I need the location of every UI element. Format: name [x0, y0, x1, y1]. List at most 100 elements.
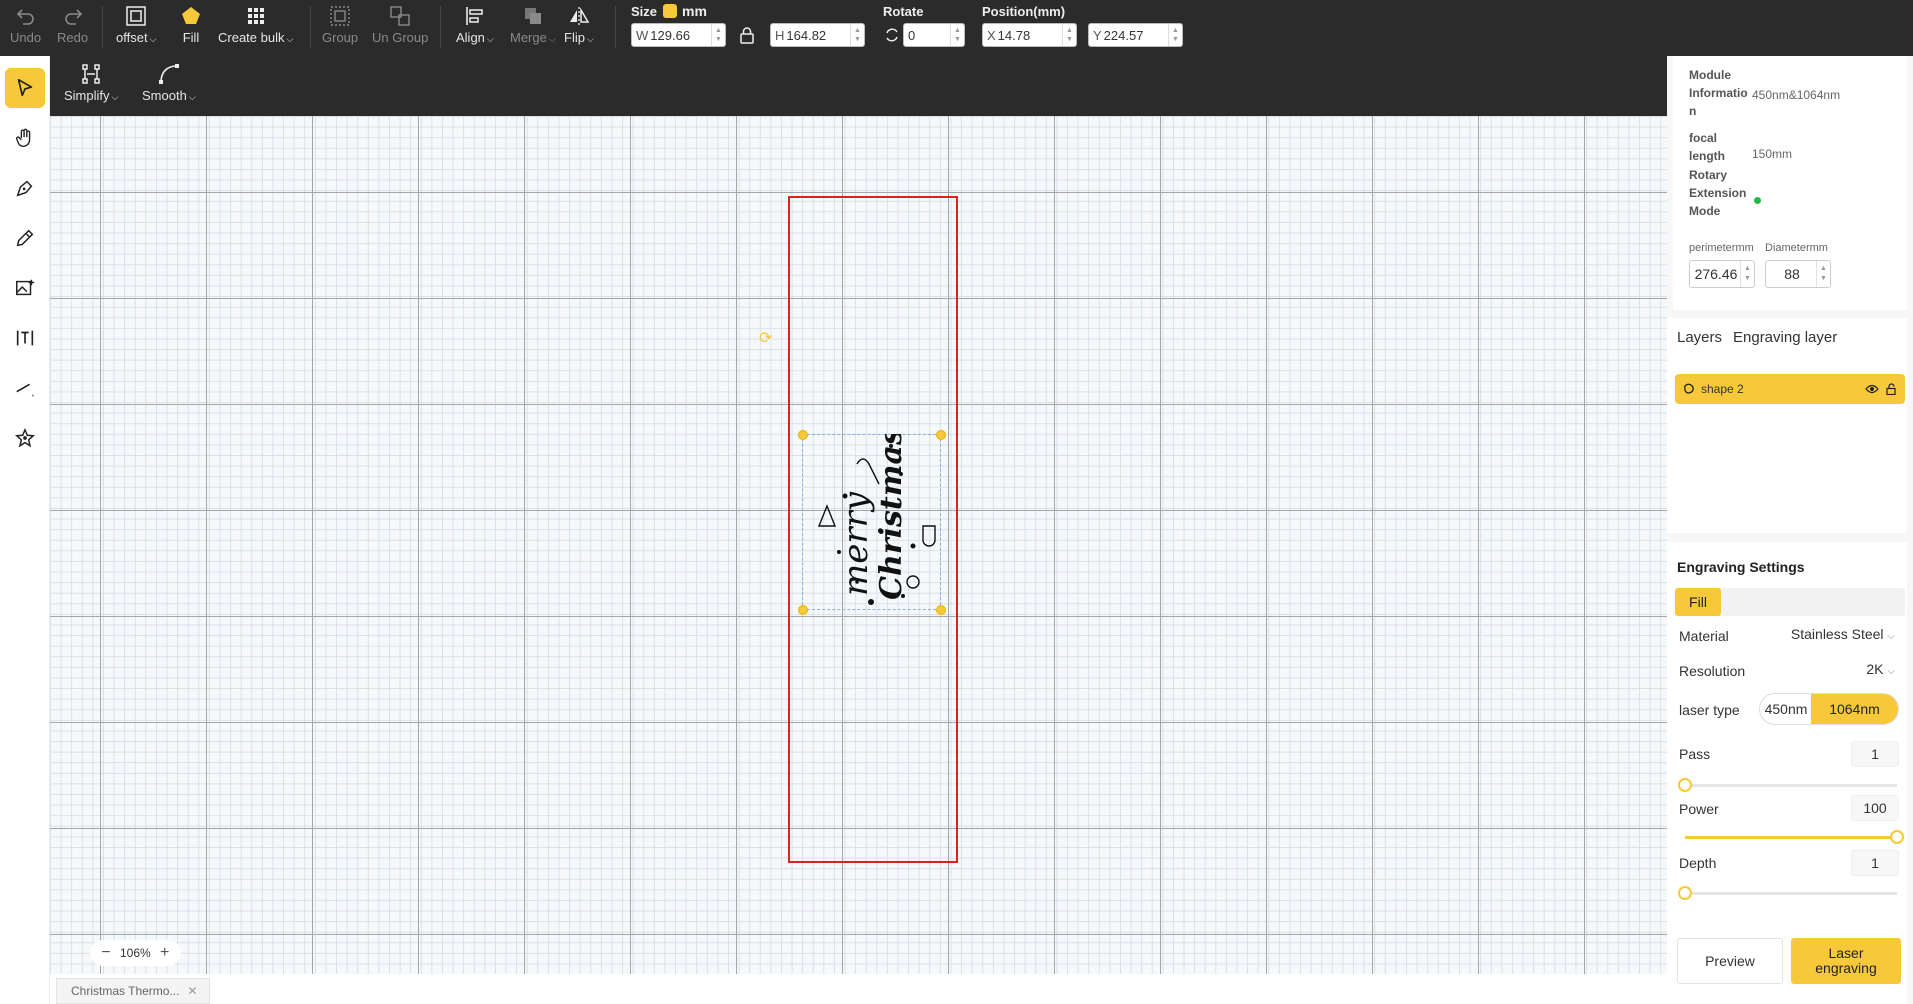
resize-handle-top-right[interactable]: [936, 430, 946, 440]
offset-icon: [126, 6, 146, 26]
unlock-icon[interactable]: [1885, 383, 1897, 395]
pen-tool-button[interactable]: [5, 168, 45, 208]
image-add-icon: [16, 279, 35, 296]
lock-icon[interactable]: [738, 26, 756, 44]
ungroup-button[interactable]: Un Group: [372, 4, 428, 45]
group-button[interactable]: Group: [322, 4, 358, 45]
chevron-down-icon: ⌵: [286, 34, 294, 44]
close-icon[interactable]: ✕: [187, 984, 197, 998]
merry-christmas-artwork[interactable]: merry Christmas: [805, 434, 944, 610]
text-tool-button[interactable]: [5, 318, 45, 358]
eye-icon[interactable]: [1865, 383, 1879, 395]
tab-engraving-layer[interactable]: Engraving layer: [1733, 329, 1837, 346]
rotate-value: 0: [908, 27, 916, 43]
resolution-select[interactable]: 2K ⌵: [1866, 661, 1895, 677]
layer-item[interactable]: shape 2: [1675, 374, 1905, 404]
chevron-down-icon: ⌵: [486, 34, 494, 44]
x-stepper[interactable]: ▲ ▼: [1062, 24, 1076, 46]
diameter-input[interactable]: 88 ▲ ▼: [1765, 260, 1831, 288]
laser-type-label: laser type: [1679, 702, 1740, 718]
pass-input[interactable]: 1: [1851, 741, 1899, 767]
line-tool-button[interactable]: [5, 368, 45, 408]
align-label: Align: [456, 30, 485, 45]
chevron-down-icon: ⌵: [111, 92, 119, 102]
zoom-out-button[interactable]: −: [96, 944, 116, 962]
chevron-down-icon: ⌵: [188, 92, 196, 102]
resize-handle-bottom-right[interactable]: [936, 605, 946, 615]
fill-label: Fill: [182, 30, 200, 45]
material-value: Stainless Steel: [1790, 626, 1884, 642]
zoom-in-button[interactable]: +: [155, 944, 175, 962]
ungroup-label: Un Group: [372, 30, 429, 45]
toolbar-divider: [615, 6, 616, 48]
rotary-status-dot: [1754, 197, 1761, 204]
pencil-icon: [16, 229, 34, 247]
redo-button[interactable]: Redo: [57, 4, 88, 45]
width-input[interactable]: W 129.66 ▲ ▼: [631, 23, 726, 47]
hand-icon: [16, 128, 31, 147]
pass-slider-knob[interactable]: [1678, 778, 1692, 792]
right-panel: Module Informatio n 450nm&1064nm focal l…: [1667, 56, 1913, 1004]
y-stepper[interactable]: ▲ ▼: [1168, 24, 1182, 46]
smooth-button[interactable]: Smooth ⌵: [142, 62, 196, 103]
rotate-stepper[interactable]: ▲ ▼: [950, 24, 964, 46]
position-y-input[interactable]: Y 224.57 ▲ ▼: [1088, 23, 1183, 47]
power-input[interactable]: 100: [1851, 795, 1899, 821]
width-stepper[interactable]: ▲ ▼: [711, 24, 725, 46]
height-value: 164.82: [786, 27, 827, 43]
select-tool-button[interactable]: [5, 68, 45, 108]
resize-handle-bottom-left[interactable]: [798, 605, 808, 615]
chevron-down-icon: ⌵: [548, 34, 556, 44]
power-slider[interactable]: [1685, 830, 1904, 844]
diameter-stepper[interactable]: ▲ ▼: [1816, 261, 1830, 287]
depth-slider[interactable]: [1678, 886, 1897, 900]
document-tab-title: Christmas Thermo...: [71, 984, 180, 998]
laser-450-option[interactable]: 450nm: [1761, 694, 1811, 724]
chevron-down-icon: ⌵: [1887, 631, 1895, 642]
undo-label: Undo: [10, 30, 42, 45]
depth-slider-knob[interactable]: [1678, 886, 1692, 900]
pencil-tool-button[interactable]: [5, 218, 45, 258]
unit-toggle[interactable]: [663, 4, 677, 18]
flip-button[interactable]: Flip ⌵: [564, 4, 594, 45]
preview-button[interactable]: Preview: [1677, 938, 1783, 984]
perimeter-stepper[interactable]: ▲ ▼: [1740, 261, 1754, 287]
perimeter-label: perimetermm: [1689, 242, 1754, 254]
rotate-handle-icon[interactable]: ⟳: [759, 328, 772, 348]
align-button[interactable]: Align ⌵: [456, 4, 494, 45]
laser-1064-label: 1064nm: [1829, 701, 1880, 717]
depth-input[interactable]: 1: [1851, 850, 1899, 876]
resize-handle-top-left[interactable]: [798, 430, 808, 440]
laser-engraving-button[interactable]: Laser engraving: [1791, 938, 1901, 984]
undo-button[interactable]: Undo: [10, 4, 41, 45]
position-x-input[interactable]: X 14.78 ▲ ▼: [982, 23, 1077, 47]
width-prefix: W: [636, 27, 649, 43]
y-prefix: Y: [1093, 27, 1102, 43]
simplify-button[interactable]: Simplify ⌵: [64, 62, 118, 103]
document-tab[interactable]: Christmas Thermo... ✕: [56, 978, 210, 1004]
group-label: Group: [322, 30, 359, 45]
height-input[interactable]: H 164.82 ▲ ▼: [770, 23, 865, 47]
perimeter-input[interactable]: 276.46 ▲ ▼: [1689, 260, 1755, 288]
offset-button[interactable]: offset ⌵: [116, 4, 156, 45]
merge-button[interactable]: Merge ⌵: [510, 4, 556, 45]
design-canvas[interactable]: merry Christmas ⟳: [50, 116, 1667, 974]
power-slider-knob[interactable]: [1890, 830, 1904, 844]
material-select[interactable]: Stainless Steel ⌵: [1791, 626, 1895, 642]
height-stepper[interactable]: ▲ ▼: [850, 24, 864, 46]
magic-tool-button[interactable]: [5, 418, 45, 458]
tab-layers[interactable]: Layers: [1677, 329, 1722, 346]
create-bulk-button[interactable]: Create bulk ⌵: [218, 4, 293, 45]
grid-icon: [247, 8, 264, 24]
image-tool-button[interactable]: [5, 268, 45, 308]
pass-slider[interactable]: [1678, 778, 1897, 792]
laser-engraving-label: Laser engraving: [1815, 945, 1877, 976]
rotate-input[interactable]: 0 ▲ ▼: [903, 23, 965, 47]
group-icon: [330, 6, 350, 26]
toolbar-divider: [440, 6, 441, 48]
diameter-value: 88: [1784, 266, 1800, 282]
laser-1064-option[interactable]: 1064nm: [1811, 694, 1898, 724]
fill-button[interactable]: Fill: [179, 4, 203, 45]
hand-tool-button[interactable]: [5, 118, 45, 158]
mode-fill-tab[interactable]: Fill: [1675, 588, 1721, 616]
